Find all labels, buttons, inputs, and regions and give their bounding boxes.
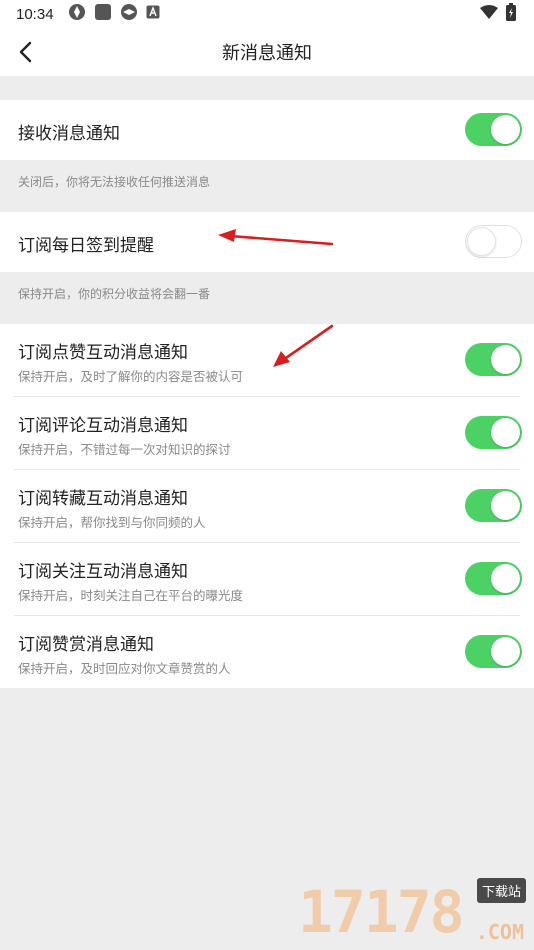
setting-sub: 保持开启，时刻关注自己在平台的曝光度 [18,588,244,603]
setting-sub: 保持开启，不错过每一次对知识的探讨 [18,442,231,457]
toggle-knob [491,345,520,374]
watermark-suffix: .COM [475,920,524,944]
app-icon-3 [120,3,138,25]
a-icon [146,5,160,23]
toggle-knob [467,227,496,256]
daily-checkin-toggle[interactable] [465,225,522,258]
wifi-icon [480,5,498,23]
setting-row-share: 订阅转藏互动消息通知 保持开启，帮你找到与你同频的人 [0,470,534,543]
reward-toggle[interactable] [465,635,522,668]
watermark-badge: 下载站 [476,878,526,903]
toggle-knob [491,637,520,666]
setting-label: 订阅评论互动消息通知 [18,416,188,436]
status-bar: 10:34 [0,0,534,28]
comment-toggle[interactable] [465,416,522,449]
setting-label: 订阅每日签到提醒 [18,236,154,256]
setting-row-daily-checkin: 订阅每日签到提醒 [0,212,534,272]
watermark-logo: 17178 下载站 .COM [298,876,528,946]
like-toggle[interactable] [465,343,522,376]
setting-row-comment: 订阅评论互动消息通知 保持开启，不错过每一次对知识的探讨 [0,397,534,470]
chevron-left-icon [19,41,32,63]
back-button[interactable] [10,36,42,68]
watermark-digits: 17178 [298,878,465,946]
nav-bar: 新消息通知 [0,28,534,76]
setting-label: 接收消息通知 [18,124,120,144]
setting-row-follow: 订阅关注互动消息通知 保持开启，时刻关注自己在平台的曝光度 [0,543,534,616]
setting-row-like: 订阅点赞互动消息通知 保持开启，及时了解你的内容是否被认可 [0,324,534,397]
share-toggle[interactable] [465,489,522,522]
follow-toggle[interactable] [465,562,522,595]
receive-hint: 关闭后，你将无法接收任何推送消息 [18,175,211,189]
battery-icon [506,3,516,25]
setting-label: 订阅点赞互动消息通知 [18,343,188,363]
setting-sub: 保持开启，及时了解你的内容是否被认可 [18,369,244,384]
setting-label: 订阅关注互动消息通知 [18,562,188,582]
app-icon-2 [94,3,112,25]
setting-sub: 保持开启，及时回应对你文章赞赏的人 [18,661,231,676]
setting-row-reward: 订阅赞赏消息通知 保持开启，及时回应对你文章赞赏的人 [0,616,534,688]
setting-row-receive: 接收消息通知 [0,100,534,160]
page-title: 新消息通知 [222,43,312,64]
setting-label: 订阅赞赏消息通知 [18,635,154,655]
app-icon-1 [68,3,86,25]
setting-label: 订阅转藏互动消息通知 [18,489,188,509]
daily-checkin-hint: 保持开启，你的积分收益将会翻一番 [18,287,211,301]
status-time: 10:34 [16,5,54,23]
toggle-knob [491,564,520,593]
toggle-knob [491,491,520,520]
receive-toggle[interactable] [465,113,522,146]
setting-sub: 保持开启，帮你找到与你同频的人 [18,515,206,530]
toggle-knob [491,418,520,447]
toggle-knob [491,115,520,144]
